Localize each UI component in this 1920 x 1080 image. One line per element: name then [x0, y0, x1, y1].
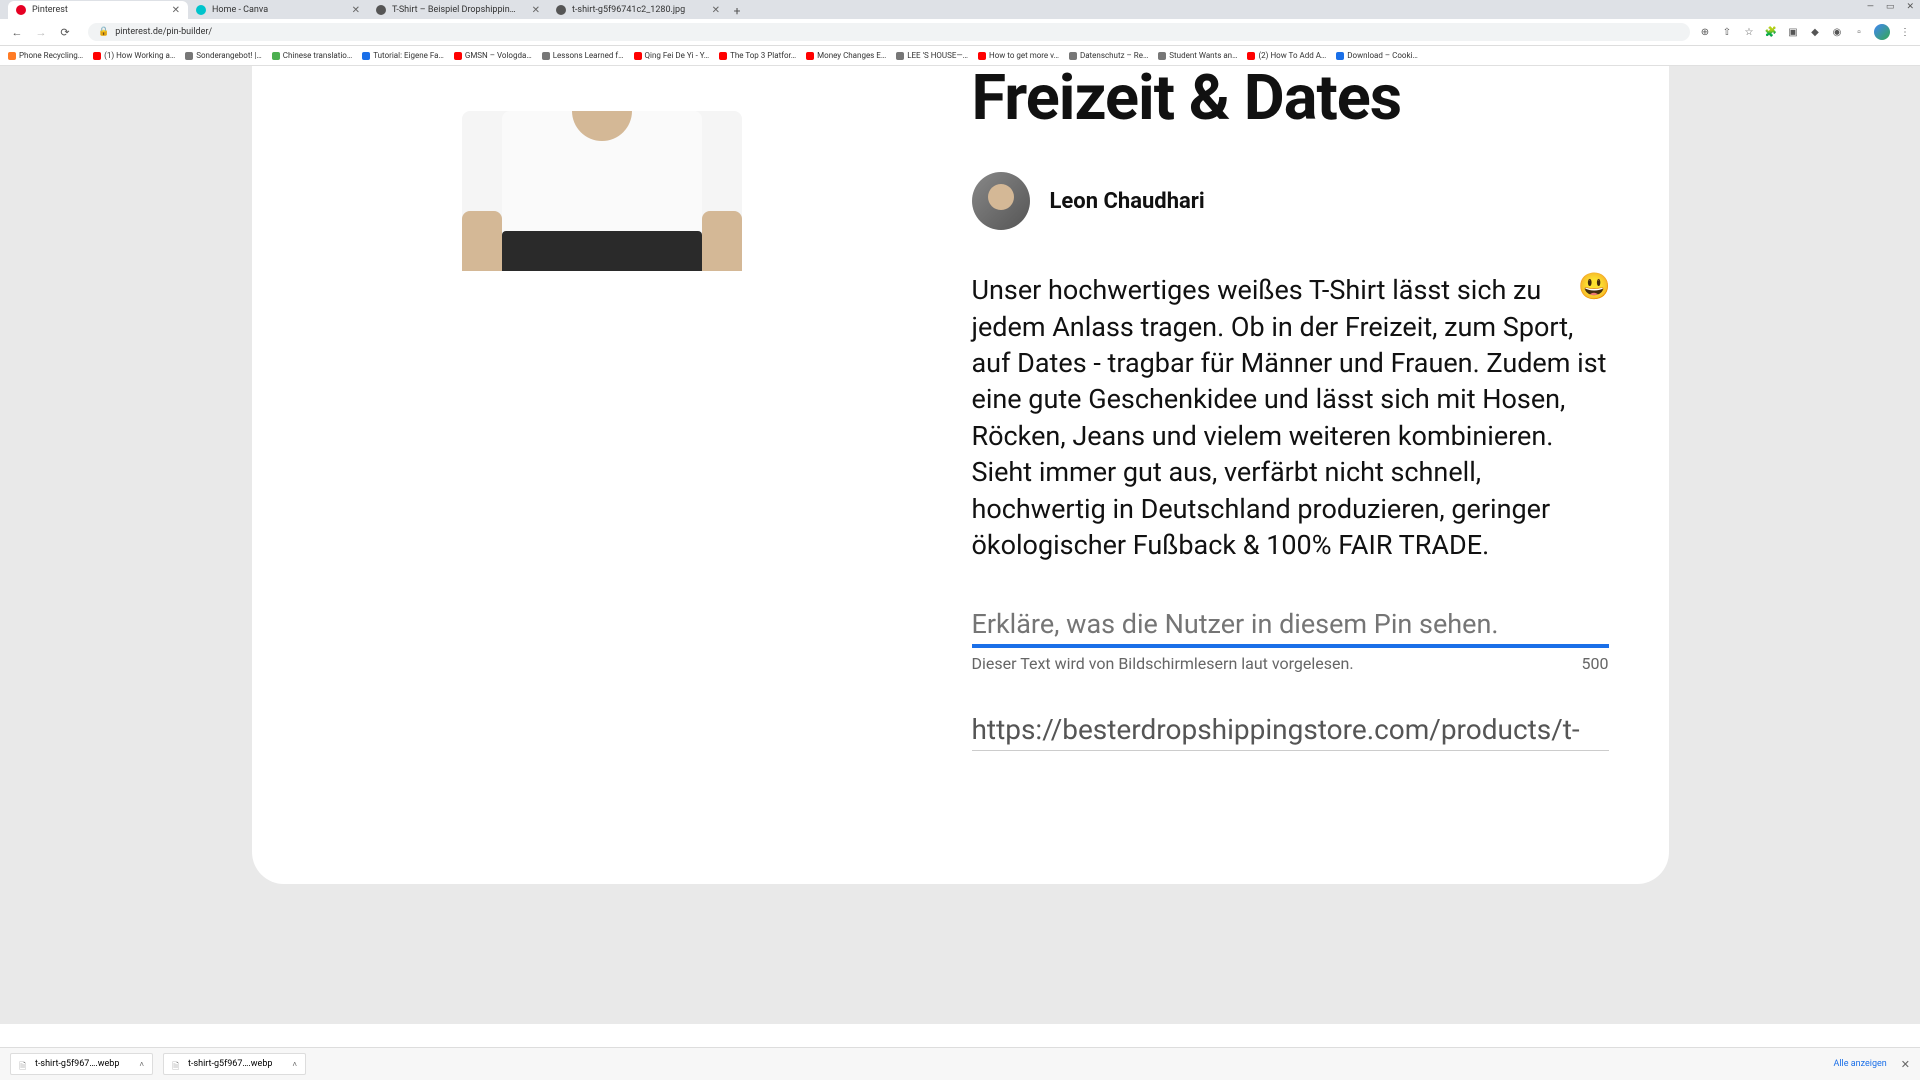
author-name: Leon Chaudhari: [1050, 189, 1205, 214]
close-icon[interactable]: ✕: [532, 5, 540, 16]
alt-helper-row: Dieser Text wird von Bildschirmlesern la…: [972, 654, 1609, 673]
bookmark-item[interactable]: Sonderangebot! |…: [185, 51, 262, 60]
tab-title: Pinterest: [32, 5, 168, 15]
reload-button[interactable]: ⟳: [56, 23, 74, 41]
bookmark-item[interactable]: The Top 3 Platfor…: [719, 51, 796, 60]
profile-avatar[interactable]: [1874, 24, 1890, 40]
page-content: Freizeit & Dates Leon Chaudhari Unser ho…: [0, 66, 1920, 1024]
forward-button[interactable]: →: [32, 23, 50, 41]
bookmark-item[interactable]: Phone Recycling…: [8, 51, 83, 60]
lock-icon: 🔒: [98, 27, 109, 37]
tab-title: T-Shirt – Beispiel Dropshippin…: [392, 5, 528, 15]
extension-icon[interactable]: ▣: [1786, 25, 1800, 39]
bookmark-item[interactable]: Qing Fei De Yi - Y…: [634, 51, 710, 60]
favicon-icon: [196, 5, 206, 15]
alt-helper-text: Dieser Text wird von Bildschirmlesern la…: [972, 654, 1354, 673]
back-button[interactable]: ←: [8, 23, 26, 41]
bookmark-item[interactable]: Chinese translatio…: [272, 51, 352, 60]
tab-strip: Pinterest ✕ Home - Canva ✕ T-Shirt – Bei…: [0, 0, 1920, 19]
bookmark-item[interactable]: GMSN – Vologda…: [454, 51, 532, 60]
bookmarks-bar: Phone Recycling… (1) How Working a… Sond…: [0, 46, 1920, 66]
chevron-up-icon[interactable]: ˄: [292, 1060, 297, 1069]
bookmark-item[interactable]: How to get more v…: [978, 51, 1059, 60]
description-wrap: Unser hochwertiges weißes T-Shirt lässt …: [972, 272, 1609, 564]
install-icon[interactable]: ⊕: [1698, 25, 1712, 39]
bookmark-item[interactable]: Download – Cooki…: [1336, 51, 1418, 60]
bookmark-item[interactable]: Student Wants an…: [1158, 51, 1237, 60]
pin-description[interactable]: Unser hochwertiges weißes T-Shirt lässt …: [972, 272, 1609, 564]
close-icon[interactable]: ✕: [712, 5, 720, 16]
file-icon: 🗎: [172, 1059, 182, 1069]
author-row: Leon Chaudhari: [972, 172, 1609, 230]
download-item[interactable]: 🗎 t-shirt-g5f967….webp ˄: [10, 1053, 153, 1075]
download-filename: t-shirt-g5f967….webp: [188, 1059, 272, 1069]
url-bar[interactable]: 🔒 pinterest.de/pin-builder/: [88, 23, 1690, 41]
tab-title: Home - Canva: [212, 5, 348, 15]
tab-canva[interactable]: Home - Canva ✕: [188, 1, 368, 19]
bookmark-item[interactable]: Datenschutz – Re…: [1069, 51, 1148, 60]
window-maximize[interactable]: ▭: [1886, 2, 1895, 12]
pin-image-preview[interactable]: [437, 66, 767, 271]
alt-text-field[interactable]: [972, 604, 1609, 648]
bookmark-item[interactable]: (2) How To Add A…: [1247, 51, 1326, 60]
menu-icon[interactable]: ⋮: [1898, 25, 1912, 39]
chevron-up-icon[interactable]: ˄: [139, 1060, 144, 1069]
close-icon[interactable]: ✕: [352, 5, 360, 16]
downloads-bar: 🗎 t-shirt-g5f967….webp ˄ 🗎 t-shirt-g5f96…: [0, 1047, 1920, 1080]
extension-icon[interactable]: ▫: [1852, 25, 1866, 39]
close-icon[interactable]: ✕: [1901, 1058, 1910, 1071]
download-item[interactable]: 🗎 t-shirt-g5f967….webp ˄: [163, 1053, 306, 1075]
file-icon: 🗎: [19, 1059, 29, 1069]
star-icon[interactable]: ☆: [1742, 25, 1756, 39]
favicon-icon: [16, 5, 26, 15]
tab-pinterest[interactable]: Pinterest ✕: [8, 1, 188, 19]
extension-icon[interactable]: 🧩: [1764, 25, 1778, 39]
bookmark-item[interactable]: (1) How Working a…: [93, 51, 175, 60]
bookmark-item[interactable]: Money Changes E…: [806, 51, 886, 60]
close-icon[interactable]: ✕: [172, 5, 180, 16]
emoji-button[interactable]: 😃: [1578, 272, 1610, 302]
show-all-downloads[interactable]: Alle anzeigen: [1834, 1059, 1887, 1069]
download-filename: t-shirt-g5f967….webp: [35, 1059, 119, 1069]
window-close[interactable]: ✕: [1906, 2, 1914, 12]
bookmark-item[interactable]: Lessons Learned f…: [542, 51, 624, 60]
browser-toolbar: ← → ⟳ 🔒 pinterest.de/pin-builder/ ⊕ ⇧ ☆ …: [0, 19, 1920, 46]
bookmark-item[interactable]: Tutorial: Eigene Fa…: [362, 51, 444, 60]
author-avatar[interactable]: [972, 172, 1030, 230]
url-text: pinterest.de/pin-builder/: [115, 27, 212, 37]
window-controls: — ▭ ✕: [1867, 2, 1914, 12]
pin-image-column: [252, 66, 952, 824]
pin-details-column: Freizeit & Dates Leon Chaudhari Unser ho…: [952, 66, 1669, 824]
new-tab-button[interactable]: +: [728, 3, 746, 19]
pin-builder-card: Freizeit & Dates Leon Chaudhari Unser ho…: [252, 66, 1669, 884]
alt-char-counter: 500: [1582, 654, 1609, 673]
extension-icon[interactable]: ◆: [1808, 25, 1822, 39]
tab-tshirt-shop[interactable]: T-Shirt – Beispiel Dropshippin… ✕: [368, 1, 548, 19]
pin-title[interactable]: Freizeit & Dates: [972, 66, 1609, 132]
destination-link-input[interactable]: [972, 709, 1609, 750]
favicon-icon: [556, 5, 566, 15]
bookmark-item[interactable]: LEE 'S HOUSE—…: [896, 51, 968, 60]
tab-title: t-shirt-g5f96741c2_1280.jpg: [572, 5, 708, 15]
alt-text-input[interactable]: [972, 604, 1609, 644]
window-minimize[interactable]: —: [1867, 2, 1874, 12]
destination-link-field[interactable]: [972, 709, 1609, 751]
favicon-icon: [376, 5, 386, 15]
share-icon[interactable]: ⇧: [1720, 25, 1734, 39]
tab-image[interactable]: t-shirt-g5f96741c2_1280.jpg ✕: [548, 1, 728, 19]
extension-icon[interactable]: ◉: [1830, 25, 1844, 39]
